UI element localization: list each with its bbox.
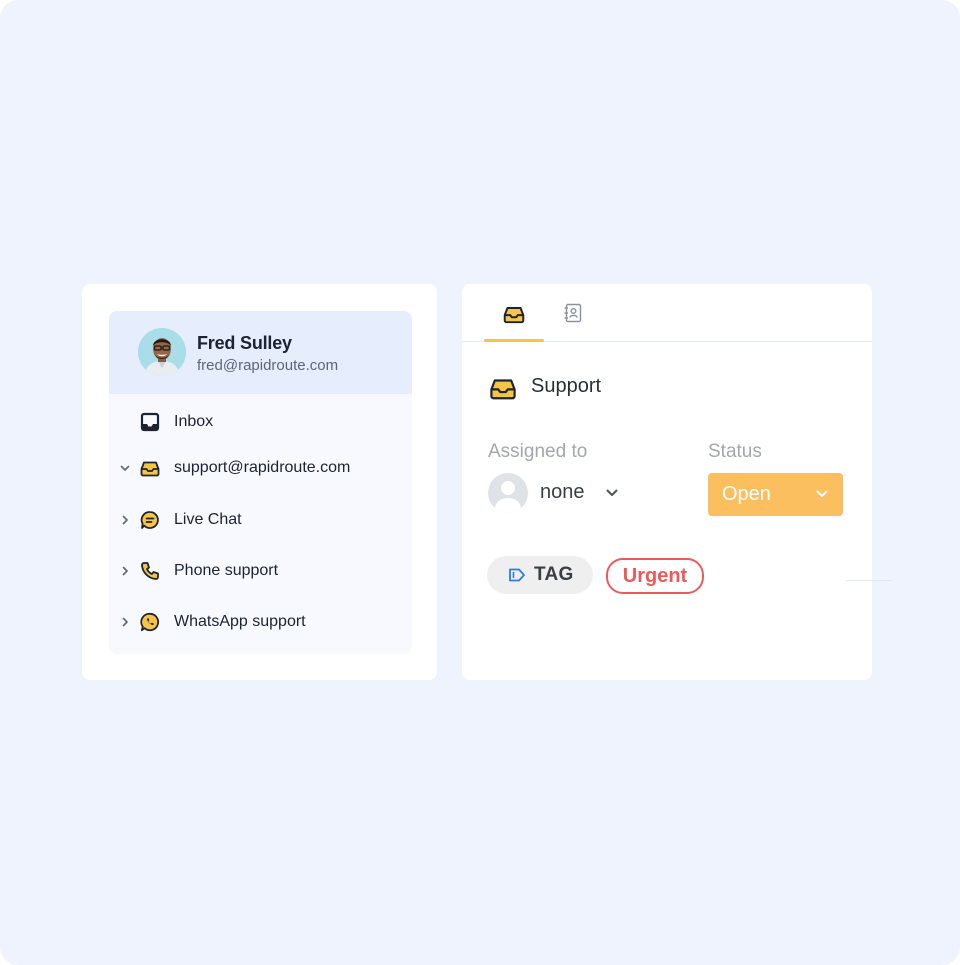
sidebar-item-label: support@rapidroute.com: [174, 459, 351, 476]
tag-urgent[interactable]: Urgent: [606, 558, 704, 594]
user-name: Fred Sulley: [197, 333, 292, 353]
sidebar-item-whatsapp-support[interactable]: WhatsApp support: [109, 607, 412, 637]
tab-contacts[interactable]: [544, 284, 604, 341]
details-tab-bar: [462, 284, 872, 342]
assigned-to-label: Assigned to: [488, 441, 588, 462]
chevron-right-icon[interactable]: [118, 615, 132, 629]
divider: [846, 580, 892, 581]
sidebar-item-phone-support[interactable]: Phone support: [109, 556, 412, 586]
sidebar-item-label: Live Chat: [174, 511, 242, 528]
user-email: fred@rapidroute.com: [197, 357, 339, 374]
phone-icon: [141, 562, 159, 580]
navigation-panel: Fred Sulley fred@rapidroute.com Inbox su…: [109, 311, 412, 654]
tag-icon: [509, 568, 525, 582]
add-tag-button[interactable]: TAG: [487, 556, 593, 594]
whatsapp-icon: [140, 612, 160, 632]
sidebar-item-label: Inbox: [174, 413, 214, 430]
sidebar-item-inbox[interactable]: Inbox: [109, 407, 412, 437]
sidebar-item-live-chat[interactable]: Live Chat: [109, 505, 412, 535]
app-canvas: Fred Sulley fred@rapidroute.com Inbox su…: [0, 0, 960, 965]
status-dropdown[interactable]: Open: [708, 473, 843, 516]
contact-book-icon: [564, 303, 582, 323]
tag-label: TAG: [534, 564, 574, 585]
sidebar-item-label: Phone support: [174, 562, 279, 579]
tab-inbox[interactable]: [484, 284, 544, 342]
inbox-navigation-card: Fred Sulley fred@rapidroute.com Inbox su…: [82, 284, 437, 680]
assignee-value: none: [540, 481, 585, 503]
conversation-details-card: Support Assigned to Status none Open TAG…: [462, 284, 872, 680]
sidebar-item-label: WhatsApp support: [174, 613, 306, 630]
chevron-down-icon[interactable]: [118, 461, 132, 475]
avatar: [138, 328, 186, 376]
section-title: Support: [531, 375, 602, 397]
mailbox-tray-icon: [140, 461, 160, 477]
inbox-icon: [140, 412, 160, 432]
chevron-right-icon[interactable]: [118, 513, 132, 527]
user-avatar-icon: [488, 473, 528, 513]
status-label: Status: [708, 441, 762, 462]
inbox-tray-icon: [490, 379, 516, 400]
chevron-right-icon[interactable]: [118, 564, 132, 578]
sidebar-item-support-email[interactable]: support@rapidroute.com: [109, 453, 412, 483]
chevron-down-icon: [816, 490, 828, 497]
tag-urgent-label: Urgent: [622, 565, 688, 587]
chevron-down-icon: [606, 489, 618, 496]
user-profile-header[interactable]: Fred Sulley fred@rapidroute.com: [109, 311, 412, 394]
chat-bubble-icon: [140, 511, 159, 529]
status-value: Open: [722, 483, 771, 505]
inbox-tray-icon: [503, 307, 525, 324]
assignee-dropdown[interactable]: none: [487, 472, 627, 514]
